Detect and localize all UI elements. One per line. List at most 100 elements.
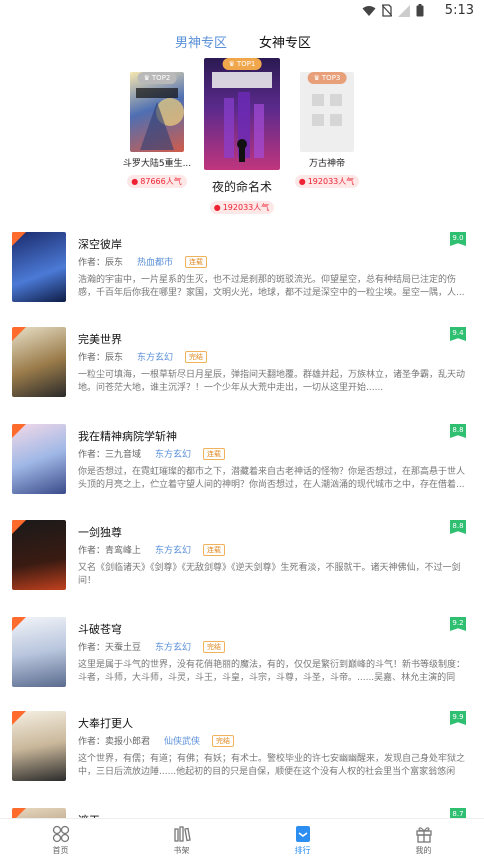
book-desc: 浩瀚的宇宙中，一片星系的生灭，也不过是刹那的斑驳流光。仰望星空，总有种结局已注定… — [78, 275, 465, 298]
rank-tag: ♛ TOP1 — [222, 58, 262, 70]
ranking-icon — [242, 825, 363, 843]
book-author: 作者：天蚕土豆 — [78, 643, 142, 653]
book-cover — [12, 232, 66, 302]
crown-icon: ♛ — [313, 74, 320, 82]
book-status: 连载 — [203, 447, 226, 460]
score-badge: 9.4 — [450, 327, 466, 341]
no-sim-icon — [382, 4, 392, 17]
rank-tag: ♛ TOP3 — [307, 72, 347, 84]
tabbar-label: 我的 — [415, 846, 432, 855]
book-cover — [12, 327, 66, 397]
crown-icon: ♛ — [143, 74, 150, 82]
book-status: 连载 — [203, 543, 226, 556]
gift-profile-icon — [363, 825, 484, 843]
home-grid-icon — [0, 825, 121, 843]
tab-male-zone[interactable]: 男神专区 — [175, 32, 227, 51]
book-category[interactable]: 东方玄幻 — [137, 350, 173, 363]
score-badge: 9.0 — [450, 232, 466, 246]
book-category[interactable]: 东方玄幻 — [155, 447, 191, 460]
book-meta: 作者：天蚕土豆 东方玄幻 完结 — [78, 640, 226, 653]
status-time: 5:13 — [444, 3, 474, 18]
rank-tag: ♛ TOP2 — [137, 72, 177, 84]
gender-tabs: 男神专区 女神专区 — [0, 32, 484, 52]
score-badge: 8.8 — [450, 520, 466, 534]
list-item[interactable]: 一剑独尊 作者：青鸾峰上 东方玄幻 连载 又名《剑临诸天》《剑尊》《无敌剑尊》《… — [0, 520, 484, 612]
book-status: 完结 — [185, 350, 208, 363]
podium-title: 斗罗大陆5重生... — [122, 159, 192, 169]
list-item[interactable]: 大奉打更人 作者：卖报小郎君 仙侠武侠 完结 这个世界，有儒；有道；有佛；有妖；… — [0, 711, 484, 803]
tabbar-label: 书架 — [173, 846, 190, 855]
book-author: 作者：辰东 — [78, 353, 124, 363]
bottom-tabbar: 首页 书架 排行 我的 — [0, 818, 484, 860]
book-title: 大奉打更人 — [78, 717, 133, 730]
book-title: 一剑独尊 — [78, 526, 122, 539]
book-meta: 作者：辰东 东方玄幻 完结 — [78, 350, 208, 363]
book-status: 连载 — [185, 255, 208, 268]
tabbar-home[interactable]: 首页 — [0, 819, 121, 860]
book-author: 作者：辰东 — [78, 258, 124, 268]
book-meta: 作者：三九音域 东方玄幻 连载 — [78, 447, 226, 460]
book-cover — [12, 808, 66, 818]
book-cover — [12, 520, 66, 590]
status-bar: 5:13 — [0, 0, 484, 22]
score-badge: 9.9 — [450, 711, 466, 725]
book-title: 完美世界 — [78, 333, 122, 346]
book-desc: 这里是属于斗气的世界，没有花俏艳丽的魔法，有的，仅仅是繁衍到巅峰的斗气！新书等级… — [78, 660, 466, 683]
book-meta: 作者：青鸾峰上 东方玄幻 连载 — [78, 543, 226, 556]
corner-ribbon — [12, 520, 26, 534]
corner-ribbon — [12, 232, 26, 246]
list-item[interactable]: 斗破苍穹 作者：天蚕土豆 东方玄幻 完结 这里是属于斗气的世界，没有花俏艳丽的魔… — [0, 617, 484, 709]
corner-ribbon — [12, 808, 26, 818]
heat-badge: ● 87666人气 — [127, 175, 187, 188]
tabbar-bookshelf[interactable]: 书架 — [121, 819, 242, 860]
corner-ribbon — [12, 617, 26, 631]
book-cover — [12, 711, 66, 781]
list-item[interactable]: 我在精神病院学斩神 作者：三九音域 东方玄幻 连载 你是否想过，在霓虹璀璨的都市… — [0, 424, 484, 516]
corner-ribbon — [12, 424, 26, 438]
heat-badge: ● 192033人气 — [209, 201, 275, 214]
list-item[interactable]: 遮天 8.7 — [0, 808, 484, 818]
book-cover-placeholder: ♛ TOP3 — [300, 72, 354, 152]
tabbar-profile[interactable]: 我的 — [363, 819, 484, 860]
podium-top1[interactable]: ♛ TOP1 夜的命名术 ● 192033人气 — [197, 58, 287, 214]
podium-title: 万古神帝 — [308, 159, 345, 169]
corner-ribbon — [12, 711, 26, 725]
heat-badge: ● 192033人气 — [294, 175, 360, 188]
list-item[interactable]: 完美世界 作者：辰东 东方玄幻 完结 一粒尘可填海，一根草斩尽日月星辰，弹指间天… — [0, 327, 484, 419]
book-status: 完结 — [212, 734, 235, 747]
book-author: 作者：青鸾峰上 — [78, 546, 142, 556]
battery-icon — [416, 4, 424, 17]
book-category[interactable]: 东方玄幻 — [155, 543, 191, 556]
podium-top2[interactable]: ♛ TOP2 斗罗大陆5重生... ● 87666人气 — [122, 72, 192, 188]
book-desc: 你是否想过，在霓虹璀璨的都市之下，潜藏着来自古老神话的怪物？你是否想过，在那高悬… — [78, 467, 466, 490]
corner-ribbon — [12, 327, 26, 341]
book-status: 完结 — [203, 640, 226, 653]
status-icons — [362, 4, 424, 17]
book-category[interactable]: 仙侠武侠 — [164, 734, 200, 747]
book-meta: 作者：辰东 热血都市 连载 — [78, 255, 208, 268]
score-badge: 8.8 — [450, 424, 466, 438]
book-author: 作者：三九音域 — [78, 450, 142, 460]
list-item[interactable]: 深空彼岸 作者：辰东 热血都市 连载 浩瀚的宇宙中，一片星系的生灭，也不过是刹那… — [0, 232, 484, 324]
book-desc: 这个世界，有儒；有道；有佛；有妖；有术士。警校毕业的许七安幽幽醒来，发现自己身处… — [78, 754, 466, 777]
podium-title: 夜的命名术 — [211, 180, 272, 194]
book-meta: 作者：卖报小郎君 仙侠武侠 完结 — [78, 734, 235, 747]
book-cover: ♛ TOP2 — [130, 72, 184, 152]
book-author: 作者：卖报小郎君 — [78, 737, 151, 747]
tabbar-ranking[interactable]: 排行 — [242, 819, 363, 860]
fire-icon: ● — [131, 177, 139, 186]
signal-icon — [398, 4, 410, 17]
book-category[interactable]: 热血都市 — [137, 255, 173, 268]
book-cover: ♛ TOP1 — [204, 58, 280, 170]
book-desc: 又名《剑临诸天》《剑尊》《无敌剑尊》《逆天剑尊》生死看淡，不服就干。诸天神佛仙，… — [78, 563, 461, 586]
bookshelf-icon — [121, 825, 242, 843]
tab-female-zone[interactable]: 女神专区 — [259, 32, 311, 51]
book-title: 我在精神病院学斩神 — [78, 430, 177, 443]
book-desc: 一粒尘可填海，一根草斩尽日月星辰，弹指间天翻地覆。群雄并起，万族林立，诸圣争霸，… — [78, 370, 466, 393]
podium-top3[interactable]: ♛ TOP3 万古神帝 ● 192033人气 — [292, 72, 362, 188]
crown-icon: ♛ — [228, 60, 235, 68]
tabbar-label: 排行 — [294, 846, 311, 855]
book-category[interactable]: 东方玄幻 — [155, 640, 191, 653]
wifi-icon — [362, 5, 376, 17]
score-badge: 9.2 — [450, 617, 466, 631]
